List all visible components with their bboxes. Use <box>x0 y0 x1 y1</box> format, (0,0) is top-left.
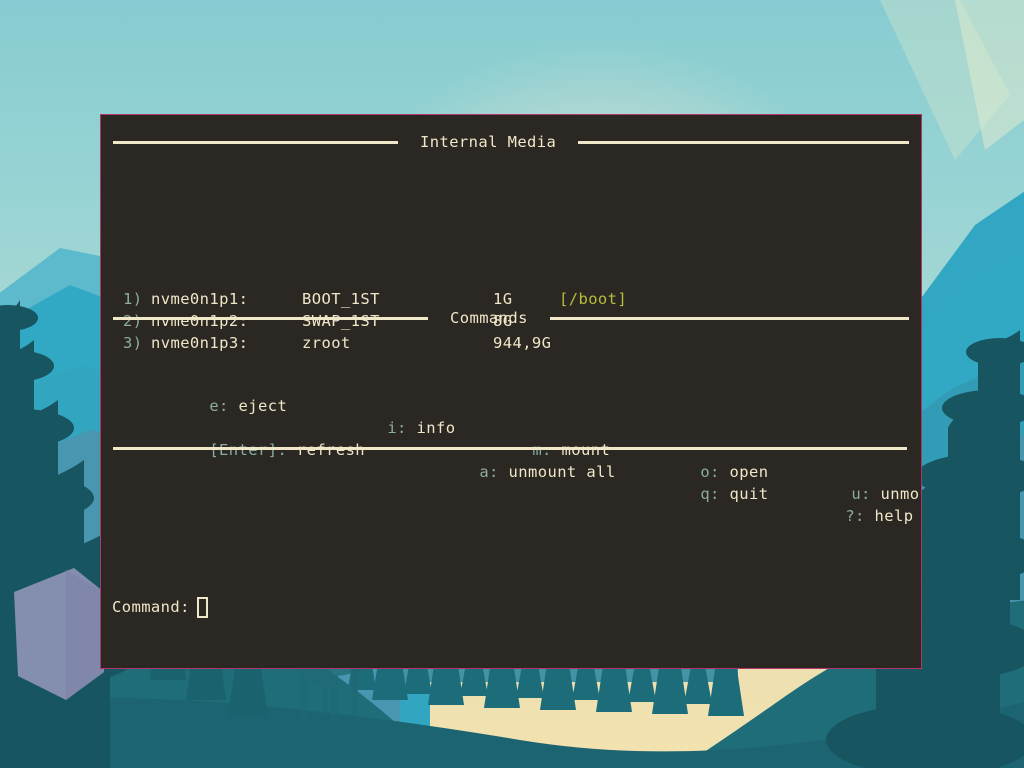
command-desc: refresh <box>287 441 366 459</box>
command-prompt[interactable]: Command: <box>112 596 208 618</box>
commands-row-1: e: eject i: info m: mount o: open u: unm… <box>101 351 921 503</box>
commands-rule-right <box>549 316 909 320</box>
terminal-window[interactable]: Internal Media 1) nvme0n1p1: BOOT_1ST 1G… <box>100 114 922 669</box>
commands-title: Commands <box>450 309 528 327</box>
command-key: i: <box>387 419 407 437</box>
internal-media-section-header: Internal Media <box>101 131 921 153</box>
command-refresh[interactable]: [Enter]: refresh <box>112 417 365 483</box>
text-cursor-icon <box>196 596 208 618</box>
terminal-content: Internal Media 1) nvme0n1p1: BOOT_1ST 1G… <box>101 115 921 668</box>
section-rule-left <box>113 140 398 144</box>
commands-section-header: Commands <box>101 307 921 329</box>
internal-media-title: Internal Media <box>420 133 557 151</box>
command-key: q: <box>700 485 720 503</box>
commands-rule-left <box>113 316 428 320</box>
prompt-divider <box>113 447 907 450</box>
command-help[interactable]: ?: help <box>748 483 913 549</box>
command-key: [Enter]: <box>209 441 288 459</box>
command-desc: help <box>864 507 914 525</box>
command-key: ?: <box>845 507 865 525</box>
section-rule-right <box>578 140 909 144</box>
command-key: a: <box>479 463 499 481</box>
commands-row-2: [Enter]: refresh a: unmount all q: quit … <box>101 395 921 525</box>
command-quit[interactable]: q: quit <box>603 461 768 527</box>
command-prompt-label: Command: <box>112 598 190 616</box>
command-desc: unmount all <box>498 463 616 481</box>
